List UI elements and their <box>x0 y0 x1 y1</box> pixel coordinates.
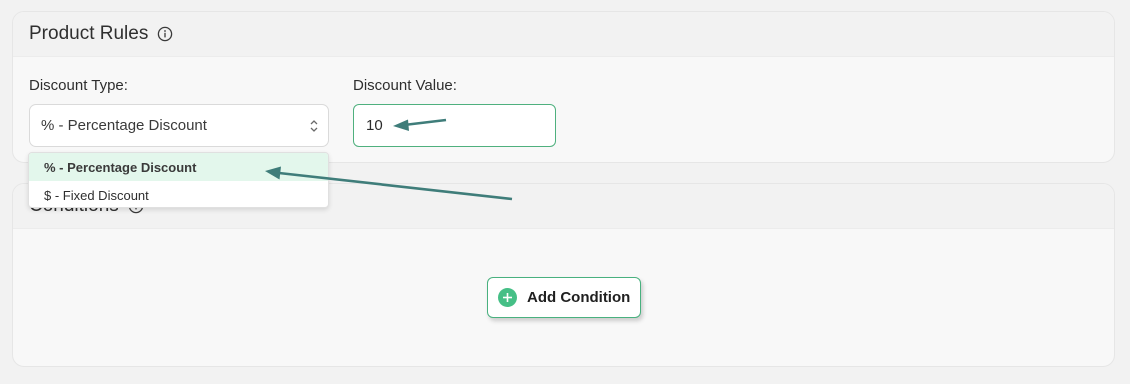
discount-value-input[interactable]: 10 <box>353 104 556 147</box>
discount-type-dropdown: % - Percentage Discount $ - Fixed Discou… <box>28 152 329 208</box>
product-rules-header: Product Rules <box>13 12 1114 57</box>
dropdown-option-fixed[interactable]: $ - Fixed Discount <box>29 181 328 207</box>
discount-type-label: Discount Type: <box>29 77 128 94</box>
dropdown-option-percentage[interactable]: % - Percentage Discount <box>29 153 328 181</box>
conditions-card: Conditions <box>12 183 1115 367</box>
discount-value-label: Discount Value: <box>353 77 457 94</box>
product-rules-title: Product Rules <box>29 23 149 44</box>
discount-type-selected-value: % - Percentage Discount <box>41 117 207 134</box>
info-icon[interactable] <box>157 26 173 42</box>
discount-value-text: 10 <box>366 117 383 134</box>
page-root: Product Rules Discount Type: % - Percent… <box>0 0 1130 384</box>
select-updown-icon <box>309 118 319 134</box>
plus-circle-icon <box>498 288 517 307</box>
add-condition-label: Add Condition <box>527 289 631 306</box>
add-condition-button[interactable]: Add Condition <box>487 277 641 318</box>
discount-type-select[interactable]: % - Percentage Discount <box>29 104 329 147</box>
product-rules-card: Product Rules Discount Type: % - Percent… <box>12 11 1115 163</box>
